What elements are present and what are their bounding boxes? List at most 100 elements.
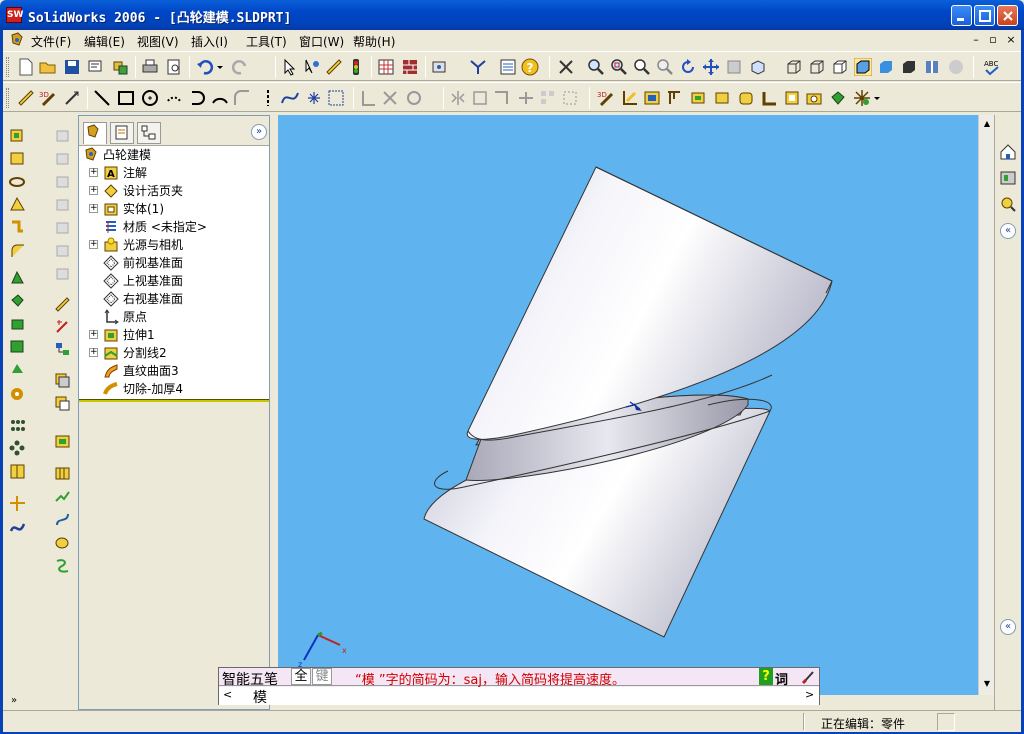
disabled-feature-icon[interactable]	[54, 242, 71, 259]
toolbar-grip[interactable]	[6, 57, 9, 77]
split-line-icon[interactable]	[54, 465, 71, 482]
file-explorer-icon[interactable]	[999, 195, 1017, 213]
add-relation-icon[interactable]	[54, 318, 71, 335]
extend-entities-icon[interactable]	[493, 89, 511, 107]
extruded-boss-icon[interactable]	[9, 127, 26, 144]
dome-icon[interactable]	[9, 361, 26, 378]
menu-window[interactable]: 窗口(W)	[299, 33, 344, 50]
menu-edit[interactable]: 编辑(E)	[84, 33, 125, 50]
select-cursor-icon[interactable]	[281, 58, 299, 76]
shaded-with-edges-icon[interactable]	[854, 58, 872, 76]
ime-keyboard-button[interactable]: 键	[312, 668, 332, 685]
thicken-icon[interactable]	[9, 219, 26, 236]
view-orientation-icon[interactable]	[557, 58, 575, 76]
expand-node-icon[interactable]: +	[89, 186, 98, 195]
disabled-feature-icon[interactable]	[54, 196, 71, 213]
roll-view-icon[interactable]	[725, 58, 743, 76]
move-entities-icon[interactable]	[561, 89, 579, 107]
rollback-bar[interactable]	[79, 399, 269, 402]
sketch-tools-icon[interactable]	[665, 89, 683, 107]
circular-pattern-icon[interactable]	[9, 440, 26, 457]
reference-geometry-icon[interactable]	[9, 495, 26, 512]
hierarchy-icon[interactable]	[54, 341, 71, 358]
redo-icon[interactable]	[231, 58, 249, 76]
expand-node-icon[interactable]: +	[89, 240, 98, 249]
close-button[interactable]	[997, 5, 1018, 26]
ime-word-button[interactable]: 词	[775, 669, 788, 688]
options-grid-icon[interactable]	[377, 58, 395, 76]
standard-views-icon[interactable]	[749, 58, 767, 76]
mirror-entities-icon[interactable]	[449, 89, 467, 107]
list-view-icon[interactable]	[499, 58, 517, 76]
document-icon[interactable]	[9, 32, 25, 48]
sketch-fillet-icon[interactable]	[233, 89, 251, 107]
centerpoint-arc-icon[interactable]	[165, 89, 183, 107]
linear-pattern-icon[interactable]	[539, 89, 557, 107]
expand-task-pane-button[interactable]: «	[1000, 619, 1016, 635]
extruded-boss-icon[interactable]	[689, 89, 707, 107]
disabled-feature-icon[interactable]	[54, 173, 71, 190]
boundary-icon[interactable]	[737, 89, 755, 107]
split-entities-icon[interactable]	[517, 89, 535, 107]
ime-full-width-button[interactable]: 全	[291, 668, 311, 685]
appearance-icon[interactable]	[829, 89, 847, 107]
expand-node-icon[interactable]: +	[89, 204, 98, 213]
selection-filter-icon[interactable]	[853, 89, 871, 107]
home-icon[interactable]	[999, 143, 1017, 161]
convert-entities-icon[interactable]	[471, 89, 489, 107]
menu-insert[interactable]: 插入(I)	[191, 33, 228, 50]
zoom-in-out-icon[interactable]	[633, 58, 651, 76]
print-preview-icon[interactable]	[165, 58, 183, 76]
spell-check-icon[interactable]: ABC	[983, 58, 1001, 76]
fillet-icon[interactable]	[9, 242, 26, 259]
maximize-button[interactable]	[974, 5, 995, 26]
disabled-feature-icon[interactable]	[54, 265, 71, 282]
zoom-selection-icon[interactable]	[656, 58, 674, 76]
rotate-view-icon[interactable]	[679, 58, 697, 76]
grid-snap-icon[interactable]	[327, 89, 345, 107]
toolbar-grip[interactable]	[6, 88, 9, 108]
disabled-feature-icon[interactable]	[54, 127, 71, 144]
pan-icon[interactable]	[702, 58, 720, 76]
doc-restore-button[interactable]: ▫	[986, 33, 1000, 47]
spline-icon[interactable]	[281, 89, 299, 107]
body-icon[interactable]	[783, 89, 801, 107]
lofted-boss-icon[interactable]	[9, 196, 26, 213]
ime-next-page-icon[interactable]: >	[805, 688, 814, 701]
zoom-fit-icon[interactable]	[587, 58, 605, 76]
helix-icon[interactable]	[54, 511, 71, 528]
zoom-area-icon[interactable]	[610, 58, 628, 76]
design-library-icon[interactable]	[999, 169, 1017, 187]
tangent-arc-icon[interactable]	[189, 89, 207, 107]
properties-icon[interactable]	[431, 58, 449, 76]
menu-file[interactable]: 文件(F)	[31, 33, 71, 50]
doc-close-button[interactable]: ×	[1004, 33, 1018, 47]
open-folder-icon[interactable]	[39, 58, 57, 76]
sketch-edit-icon[interactable]	[54, 295, 71, 312]
spiral-icon[interactable]	[54, 557, 71, 574]
revolved-boss-icon[interactable]	[9, 150, 26, 167]
expand-node-icon[interactable]: +	[89, 168, 98, 177]
print-icon[interactable]	[141, 58, 159, 76]
resources-icon[interactable]	[469, 58, 487, 76]
hidden-lines-visible-icon[interactable]	[808, 58, 826, 76]
ime-prev-page-icon[interactable]: <	[223, 688, 232, 701]
sketch-icon[interactable]	[17, 89, 35, 107]
status-indicator[interactable]	[937, 713, 955, 731]
undo-icon[interactable]	[196, 58, 214, 76]
circle-icon[interactable]	[141, 89, 159, 107]
scroll-down-icon[interactable]: ▼	[981, 679, 993, 691]
feature-icon[interactable]	[713, 89, 731, 107]
surface-icon[interactable]	[54, 433, 71, 450]
disabled-feature-icon[interactable]	[54, 150, 71, 167]
relations-icon[interactable]	[621, 89, 639, 107]
ime-help-button[interactable]: ?	[759, 668, 773, 685]
collapse-task-pane-button[interactable]: «	[1000, 223, 1016, 239]
trim-entities-icon[interactable]	[381, 89, 399, 107]
texture-icon[interactable]	[401, 58, 419, 76]
3d-sketch-icon[interactable]: 3D	[39, 89, 57, 107]
line-icon[interactable]	[93, 89, 111, 107]
centerline-icon[interactable]	[259, 89, 277, 107]
tab-feature-manager[interactable]	[83, 122, 107, 144]
ime-brush-icon[interactable]	[801, 669, 817, 685]
